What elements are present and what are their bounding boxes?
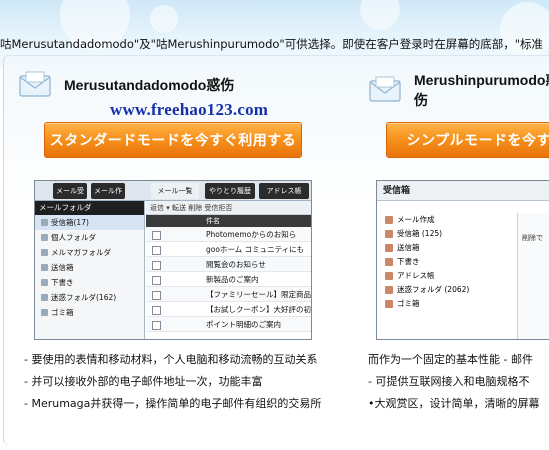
delete-label: 削除で (522, 234, 543, 242)
standard-mode-column: Merusutandadomodo惑伤 www.freehao123.com ス… (4, 56, 349, 445)
feature-item: - 可提供互联网接入和电脑规格不 (368, 375, 530, 388)
mail-row: 【ファミリーセール】限定商品 (146, 287, 311, 302)
simple-folder-item: 下書き (377, 255, 517, 269)
simple-mode-header: Merushinpurumodo惑伤 (368, 70, 549, 110)
mail-list-tab: メール一覧 (151, 183, 199, 199)
mail-row: gooホーム コミュニティにも (146, 242, 311, 257)
mail-row: Photomemoからのお知ら (146, 227, 311, 242)
envelope-icon (18, 70, 54, 100)
mail-row: ポイント明細のご案内 (146, 317, 311, 332)
folder-item: 個人フォルダ (35, 230, 144, 245)
folder-item: 下書き (35, 275, 144, 290)
standard-mode-screenshot: メール受信 メール作成 メール一覧 やりとり履歴 アドレス帳 メールフォルダ 受… (34, 180, 312, 340)
standard-mode-features: - 要使用的表情和移动材料，个人电脑和移动流畅的互动关系 - 并可以接收外部的电… (24, 351, 344, 417)
mode-panel: Merusutandadomodo惑伤 www.freehao123.com ス… (3, 55, 549, 445)
intro-text: 咕Merusutandadomodo"及"咕Merushinpurumodo"可… (0, 37, 544, 51)
screenshot-tabbar: メール受信 メール作成 メール一覧 やりとり履歴 アドレス帳 (35, 181, 311, 211)
simple-mode-screenshot: 受信箱 メール作成 受信箱 (125) 送信箱 下書き アドレス帳 迷惑フォルダ… (376, 180, 549, 340)
feature-item: - 要使用的表情和移动材料，个人电脑和移动流畅的互动关系 (24, 353, 318, 366)
decor-bubble (360, 0, 400, 30)
simple-mode-column: Merushinpurumodo惑伤 シンプルモードを今すぐ 受信箱 メール作成… (364, 56, 549, 445)
simple-folder-list: メール作成 受信箱 (125) 送信箱 下書き アドレス帳 迷惑フォルダ (20… (377, 213, 517, 311)
standard-mode-header: Merusutandadomodo惑伤 (18, 70, 234, 100)
folder-item: 迷惑フォルダ(162) (35, 290, 144, 305)
decor-bubble (150, 5, 178, 33)
use-simple-mode-button[interactable]: シンプルモードを今すぐ (386, 122, 549, 158)
mail-column-header: 件名 (146, 215, 311, 227)
standard-mode-title: Merusutandadomodo惑伤 (64, 77, 235, 93)
folder-item: メルマガフォルダ (35, 245, 144, 260)
feature-item: - 并可以接收外部的电子邮件地址一次，功能丰富 (24, 375, 263, 388)
history-tab: やりとり履歴 (205, 183, 255, 199)
mail-row: 閲覧会のお知らせ (146, 257, 311, 272)
simple-side-pane: 削除で (517, 213, 549, 339)
mail-row: 新製品のご案内 (146, 272, 311, 287)
use-standard-mode-button[interactable]: スタンダードモードを今すぐ利用する (44, 122, 302, 158)
simple-mode-title: Merushinpurumodo惑伤 (414, 72, 549, 108)
simple-folder-item: ゴミ箱 (377, 297, 517, 311)
simple-folder-item: メール作成 (377, 213, 517, 227)
feature-item: - Merumaga并获得一，操作简单的电子邮件有组织的交易所 (24, 397, 322, 410)
simple-folder-item: アドレス帳 (377, 269, 517, 283)
folder-item: ゴミ箱 (35, 305, 144, 320)
mail-toolbar: 返信 ▾ 転送 削除 受信拒否 (146, 201, 311, 215)
simple-folder-item: 送信箱 (377, 241, 517, 255)
address-book-tab: アドレス帳 (259, 183, 309, 199)
folder-item: 受信箱(17) (35, 215, 144, 230)
watermark-text: www.freehao123.com (110, 100, 269, 119)
folder-item: 送信箱 (35, 260, 144, 275)
mail-rows: Photomemoからのお知ら gooホーム コミュニティにも 閲覧会のお知らせ… (146, 227, 311, 332)
feature-item: 而作为一个固定的基本性能 - 邮件 (368, 353, 533, 366)
inbox-header: 受信箱 (377, 181, 549, 201)
folder-header: メールフォルダ (35, 201, 144, 215)
mail-row: 【お試しクーポン】大好評の初 (146, 302, 311, 317)
envelope-icon (368, 75, 404, 105)
simple-folder-item: 迷惑フォルダ (2062) (377, 283, 517, 297)
simple-mode-features: 而作为一个固定的基本性能 - 邮件 - 可提供互联网接入和电脑规格不 •大观赏区… (368, 351, 549, 417)
compose-mail-tab: メール作成 (91, 183, 125, 211)
simple-folder-item: 受信箱 (125) (377, 227, 517, 241)
feature-item: •大观赏区，设计简单，清晰的屏幕 (368, 397, 540, 410)
receive-mail-tab: メール受信 (53, 183, 87, 211)
folder-pane: メールフォルダ 受信箱(17) 個人フォルダ メルマガフォルダ 送信箱 下書き … (35, 201, 145, 339)
mail-list-pane: 返信 ▾ 転送 削除 受信拒否 件名 Photomemoからのお知ら gooホー… (146, 201, 311, 339)
